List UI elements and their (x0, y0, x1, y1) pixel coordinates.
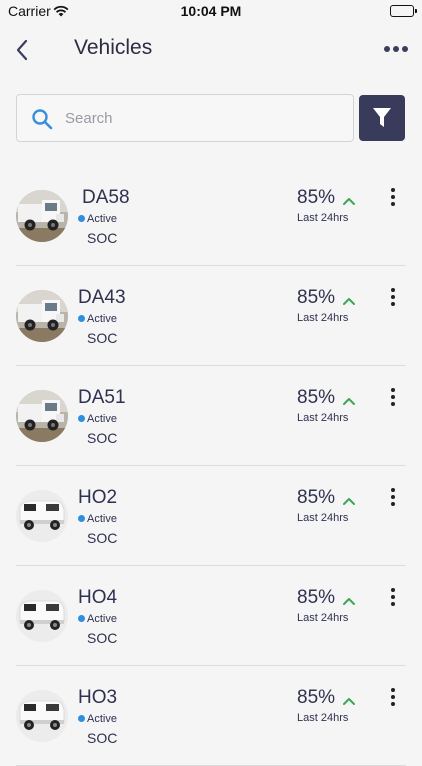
clock: 10:04 PM (180, 3, 242, 19)
more-vertical-icon[interactable] (390, 688, 396, 706)
status-bar: Carrier 10:04 PM (0, 0, 422, 24)
battery-icon (390, 5, 417, 17)
status-dot-icon (78, 615, 85, 622)
filter-button[interactable] (359, 95, 405, 141)
vehicle-status: Active (78, 213, 117, 225)
status-dot-icon (78, 315, 85, 322)
vehicle-name: DA51 (78, 387, 126, 408)
vehicle-status-label: Active (87, 713, 117, 725)
search-input[interactable]: Search (16, 94, 354, 142)
vehicle-name: HO3 (78, 687, 118, 708)
trend-up-icon (342, 393, 356, 411)
vehicle-period: Last 24hrs (297, 612, 349, 624)
vehicle-period: Last 24hrs (297, 712, 349, 724)
vehicle-row[interactable]: DA58 Active SOC 85% Last 24hrs (16, 166, 406, 266)
vehicle-name: DA58 (82, 187, 130, 208)
more-vertical-icon[interactable] (390, 488, 396, 506)
more-vertical-icon[interactable] (390, 388, 396, 406)
vehicle-avatar (16, 690, 68, 742)
page-title: Vehicles (74, 36, 153, 59)
vehicle-status-label: Active (87, 613, 117, 625)
vehicle-metric-label: SOC (87, 530, 118, 546)
vehicle-list: DA58 Active SOC 85% Last 24hrs DA43 Acti… (16, 166, 406, 766)
vehicle-metric-label: SOC (87, 230, 118, 246)
vehicle-status-label: Active (87, 513, 117, 525)
vehicle-name: HO4 (78, 587, 118, 608)
status-dot-icon (78, 515, 85, 522)
vehicle-period: Last 24hrs (297, 312, 349, 324)
vehicle-status-label: Active (87, 413, 117, 425)
search-placeholder: Search (65, 110, 113, 127)
vehicle-percent: 85% (297, 187, 336, 208)
trend-up-icon (342, 693, 356, 711)
vehicle-row[interactable]: HO3 Active SOC 85% Last 24hrs (16, 666, 406, 766)
vehicle-row[interactable]: HO2 Active SOC 85% Last 24hrs (16, 466, 406, 566)
trend-up-icon (342, 193, 356, 211)
trend-up-icon (342, 293, 356, 311)
trend-up-icon (342, 593, 356, 611)
vehicle-avatar (16, 590, 68, 642)
status-dot-icon (78, 215, 85, 222)
vehicle-status: Active (78, 413, 117, 425)
nav-header: Vehicles (0, 30, 422, 70)
trend-up-icon (342, 493, 356, 511)
vehicle-status: Active (78, 313, 117, 325)
vehicle-percent: 85% (297, 487, 336, 508)
vehicle-period: Last 24hrs (297, 512, 349, 524)
more-vertical-icon[interactable] (390, 588, 396, 606)
vehicle-metric-label: SOC (87, 630, 118, 646)
vehicle-period: Last 24hrs (297, 212, 349, 224)
vehicle-row[interactable]: DA43 Active SOC 85% Last 24hrs (16, 266, 406, 366)
status-dot-icon (78, 415, 85, 422)
status-dot-icon (78, 715, 85, 722)
vehicle-name: DA43 (78, 287, 126, 308)
more-vertical-icon[interactable] (390, 288, 396, 306)
vehicle-row[interactable]: DA51 Active SOC 85% Last 24hrs (16, 366, 406, 466)
vehicle-avatar (16, 290, 68, 342)
vehicle-period: Last 24hrs (297, 412, 349, 424)
vehicle-status: Active (78, 713, 117, 725)
vehicle-metric-label: SOC (87, 730, 118, 746)
vehicle-status: Active (78, 613, 117, 625)
vehicle-metric-label: SOC (87, 330, 118, 346)
chevron-left-icon[interactable] (12, 36, 34, 64)
vehicle-percent: 85% (297, 387, 336, 408)
vehicle-percent: 85% (297, 687, 336, 708)
vehicle-avatar (16, 390, 68, 442)
vehicle-status-label: Active (87, 213, 117, 225)
vehicle-name: HO2 (78, 487, 118, 508)
vehicle-metric-label: SOC (87, 430, 118, 446)
search-icon (31, 108, 53, 135)
vehicle-percent: 85% (297, 587, 336, 608)
filter-icon (373, 108, 391, 127)
more-vertical-icon[interactable] (390, 188, 396, 206)
vehicle-status-label: Active (87, 313, 117, 325)
vehicle-avatar (16, 190, 68, 242)
vehicle-percent: 85% (297, 287, 336, 308)
vehicle-row[interactable]: HO4 Active SOC 85% Last 24hrs (16, 566, 406, 666)
vehicle-avatar (16, 490, 68, 542)
more-horizontal-icon[interactable] (384, 46, 408, 52)
vehicle-status: Active (78, 513, 117, 525)
